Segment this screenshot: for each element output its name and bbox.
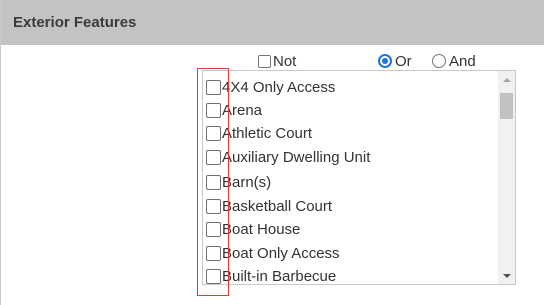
list-item[interactable]: Boat Only Access [206,243,340,263]
list-item[interactable]: Auxiliary Dwelling Unit [206,147,370,167]
or-option[interactable]: Or [378,52,412,70]
item-label: 4X4 Only Access [222,78,336,96]
not-label: Not [273,52,297,70]
item-checkbox[interactable] [206,268,221,284]
item-checkbox[interactable] [206,198,221,214]
item-label: Built-in Barbecue [222,267,337,285]
list-item[interactable]: Boat House [206,219,300,239]
not-checkbox[interactable] [258,54,271,68]
and-option[interactable]: And [432,52,476,70]
or-label: Or [395,52,412,70]
item-checkbox[interactable] [206,245,221,261]
item-checkbox[interactable] [206,174,221,190]
item-checkbox[interactable] [206,221,221,237]
list-item[interactable]: Built-in Barbecue [206,266,337,285]
item-label: Auxiliary Dwelling Unit [222,148,371,166]
and-label: And [449,52,476,70]
not-option[interactable]: Not [258,52,296,70]
exterior-features-panel: Exterior Features Not Or And 4X4 Only Ac… [0,0,544,305]
item-checkbox[interactable] [206,125,221,141]
item-label: Boat Only Access [222,244,340,262]
panel-header: Exterior Features [1,0,544,45]
item-checkbox[interactable] [206,79,221,95]
list-item[interactable]: Barn(s) [206,172,271,192]
list-item[interactable]: Basketball Court [206,196,332,216]
filter-options: Not Or And [1,52,544,70]
and-radio[interactable] [432,54,446,68]
item-label: Barn(s) [222,173,272,191]
list-item[interactable]: Arena [206,100,262,120]
features-listbox[interactable]: 4X4 Only Access Arena Athletic Court Aux… [202,70,516,285]
scroll-thumb[interactable] [500,93,513,119]
scroll-down-arrow-icon[interactable] [498,267,515,284]
list-item[interactable]: Athletic Court [206,123,312,143]
list-scrollbar[interactable] [498,71,515,284]
scroll-up-arrow-icon[interactable] [498,71,515,88]
panel-title: Exterior Features [13,14,137,31]
item-checkbox[interactable] [206,102,221,118]
list-item[interactable]: 4X4 Only Access [206,77,335,97]
item-label: Basketball Court [222,197,333,215]
item-checkbox[interactable] [206,149,221,165]
item-label: Boat House [222,220,301,238]
item-label: Athletic Court [222,124,313,142]
item-label: Arena [222,101,263,119]
or-radio[interactable] [378,54,392,68]
